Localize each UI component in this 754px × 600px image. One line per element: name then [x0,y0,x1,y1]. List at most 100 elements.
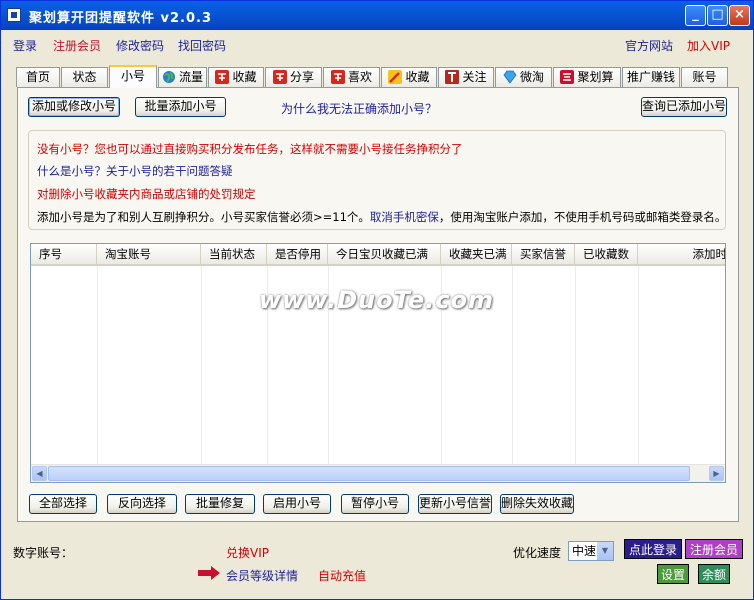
taobao-icon [330,70,345,84]
add-or-edit-account-button[interactable]: 添加或修改小号 [28,97,120,117]
maximize-button[interactable]: □ [707,5,728,26]
delete-invalid-favorites-button[interactable]: 删除失效收藏 [500,494,574,514]
pen-icon [388,70,403,84]
watermark: www.DuoTe.com [259,286,494,314]
penalty-rules-link[interactable]: 对删除小号收藏夹内商品或店铺的处罚规定 [37,186,256,202]
member-level-link[interactable]: 会员等级详情 [226,567,298,584]
auto-recharge-link[interactable]: 自动充值 [318,567,366,584]
add-account-instructions: 添加小号是为了和别人互刷挣积分。小号买家信誉必须>=11个。取消手机密保，使用淘… [37,209,726,225]
minimize-button[interactable]: _ [685,5,706,26]
tab-label: 小号 [120,69,145,83]
change-password-link[interactable]: 修改密码 [116,37,164,54]
table-header: 序号 淘宝账号 当前状态 是否停用 今日宝贝收藏已满 收藏夹已满 买家信誉 已收… [31,244,726,266]
tab-favorite-item[interactable]: 收藏 [208,67,264,87]
diamond-icon [503,70,517,84]
tab-promote-earn[interactable]: 推广赚钱 [622,67,680,87]
column-header-index[interactable]: 序号 [31,244,97,264]
column-header-added-time[interactable]: 添加时 [638,244,726,264]
register-link[interactable]: 注册会员 [53,37,101,54]
select-all-button[interactable]: 全部选择 [29,494,97,514]
tab-label: 状态 [72,70,97,84]
column-header-current-status[interactable]: 当前状态 [201,244,267,264]
what-is-sub-account-link[interactable]: 什么是小号？关于小号的若干问题答疑 [37,163,233,179]
tab-like[interactable]: 喜欢 [323,67,380,87]
column-header-today-favorites-full[interactable]: 今日宝贝收藏已满 [328,244,441,264]
chevron-down-icon[interactable]: ▼ [597,542,613,560]
column-divider [97,266,98,466]
query-added-accounts-button[interactable]: 查询已添加小号 [641,97,727,117]
tab-weitao[interactable]: 微淘 [495,67,552,87]
settings-button[interactable]: 设置 [657,564,689,584]
tab-label: 关注 [462,70,487,84]
tab-label: 分享 [289,70,314,84]
info-box: 没有小号？您也可以通过直接购买积分发布任务，这样就不需要小号接任务挣积分了 什么… [28,130,726,230]
tab-traffic[interactable]: 流量 [158,67,207,87]
tab-sub-accounts[interactable]: 小号 [109,65,157,88]
column-divider [575,266,576,466]
update-credit-button[interactable]: 更新小号信誉 [418,494,492,514]
instructions-text-rest: ，使用淘宝账户添加，不使用手机号码或邮箱类登录名。 [438,210,727,224]
recover-password-link[interactable]: 找回密码 [178,37,226,54]
tab-label: 收藏 [232,70,257,84]
tab-label: 喜欢 [347,70,372,84]
tab-status[interactable]: 状态 [61,67,108,87]
tab-label: 收藏 [405,70,430,84]
tab-account[interactable]: 账号 [681,67,728,87]
column-divider [638,266,639,466]
tab-label: 首页 [25,70,50,84]
official-site-link[interactable]: 官方网站 [625,37,673,54]
tab-label: 微淘 [519,70,544,84]
why-cannot-add-link[interactable]: 为什么我无法正确添加小号？ [281,100,437,117]
tab-label: 流量 [178,70,203,84]
exchange-vip-link[interactable]: 兑换VIP [226,544,269,561]
tab-label: 推广赚钱 [626,70,675,84]
horizontal-scrollbar[interactable]: ◀ ▶ [31,464,725,482]
pause-account-button[interactable]: 暂停小号 [341,494,409,514]
cancel-phone-security-link[interactable]: 取消手机密保 [370,210,439,224]
column-header-taobao-account[interactable]: 淘宝账号 [97,244,201,264]
tab-strip: 首页 状态 小号 流量 收藏 分享 喜欢 收藏 关注 微淘 聚划算 推广赚钱 账… [16,65,746,88]
tab-label: 聚划算 [577,70,614,84]
column-divider [201,266,202,466]
speed-select-value: 中速 [572,544,597,558]
globe-icon [162,71,175,83]
t-icon [445,70,460,84]
scrollbar-thumb[interactable] [48,466,690,481]
column-header-favorites-count[interactable]: 已收藏数 [575,244,638,264]
digital-account-label: 数字账号： [13,546,74,560]
scroll-left-arrow-icon[interactable]: ◀ [32,466,47,481]
buy-points-notice[interactable]: 没有小号？您也可以通过直接购买积分发布任务，这样就不需要小号接任务挣积分了 [37,141,463,157]
batch-repair-button[interactable]: 批量修复 [185,494,255,514]
tab-favorite-shop[interactable]: 收藏 [381,67,437,87]
register-member-button[interactable]: 注册会员 [685,539,743,559]
column-header-buyer-credit[interactable]: 买家信誉 [512,244,575,264]
speed-select[interactable]: 中速 ▼ [568,541,614,561]
column-header-disabled[interactable]: 是否停用 [267,244,328,264]
menu-bar: 登录 注册会员 修改密码 找回密码 官方网站 加入VIP [1,31,753,57]
join-vip-link[interactable]: 加入VIP [687,37,730,54]
tab-follow[interactable]: 关注 [438,67,494,87]
invert-selection-button[interactable]: 反向选择 [107,494,177,514]
window-title: 聚划算开团提醒软件 v2.0.3 [29,11,213,26]
ju-icon [560,70,575,84]
title-bar[interactable]: 聚划算开团提醒软件 v2.0.3 _ □ × [1,1,753,30]
batch-add-account-button[interactable]: 批量添加小号 [135,97,226,117]
balance-button[interactable]: 余额 [698,564,730,584]
tab-home[interactable]: 首页 [16,67,60,87]
login-link[interactable]: 登录 [13,37,37,54]
login-here-button[interactable]: 点此登录 [624,539,682,559]
close-button[interactable]: × [729,5,750,26]
app-window: 聚划算开团提醒软件 v2.0.3 _ □ × 登录 注册会员 修改密码 找回密码… [0,0,754,600]
taobao-icon [272,70,287,84]
scroll-right-arrow-icon[interactable]: ▶ [709,466,724,481]
tab-label: 账号 [692,70,717,84]
app-icon [7,8,21,22]
speed-label: 优化速度 [513,546,562,560]
column-header-favorites-full[interactable]: 收藏夹已满 [441,244,512,264]
taobao-icon [215,70,230,84]
tab-share[interactable]: 分享 [265,67,322,87]
tab-juhuasuan[interactable]: 聚划算 [553,67,621,87]
arrow-right-icon [197,565,221,584]
sub-account-table[interactable]: 序号 淘宝账号 当前状态 是否停用 今日宝贝收藏已满 收藏夹已满 买家信誉 已收… [30,243,726,483]
enable-account-button[interactable]: 启用小号 [263,494,331,514]
